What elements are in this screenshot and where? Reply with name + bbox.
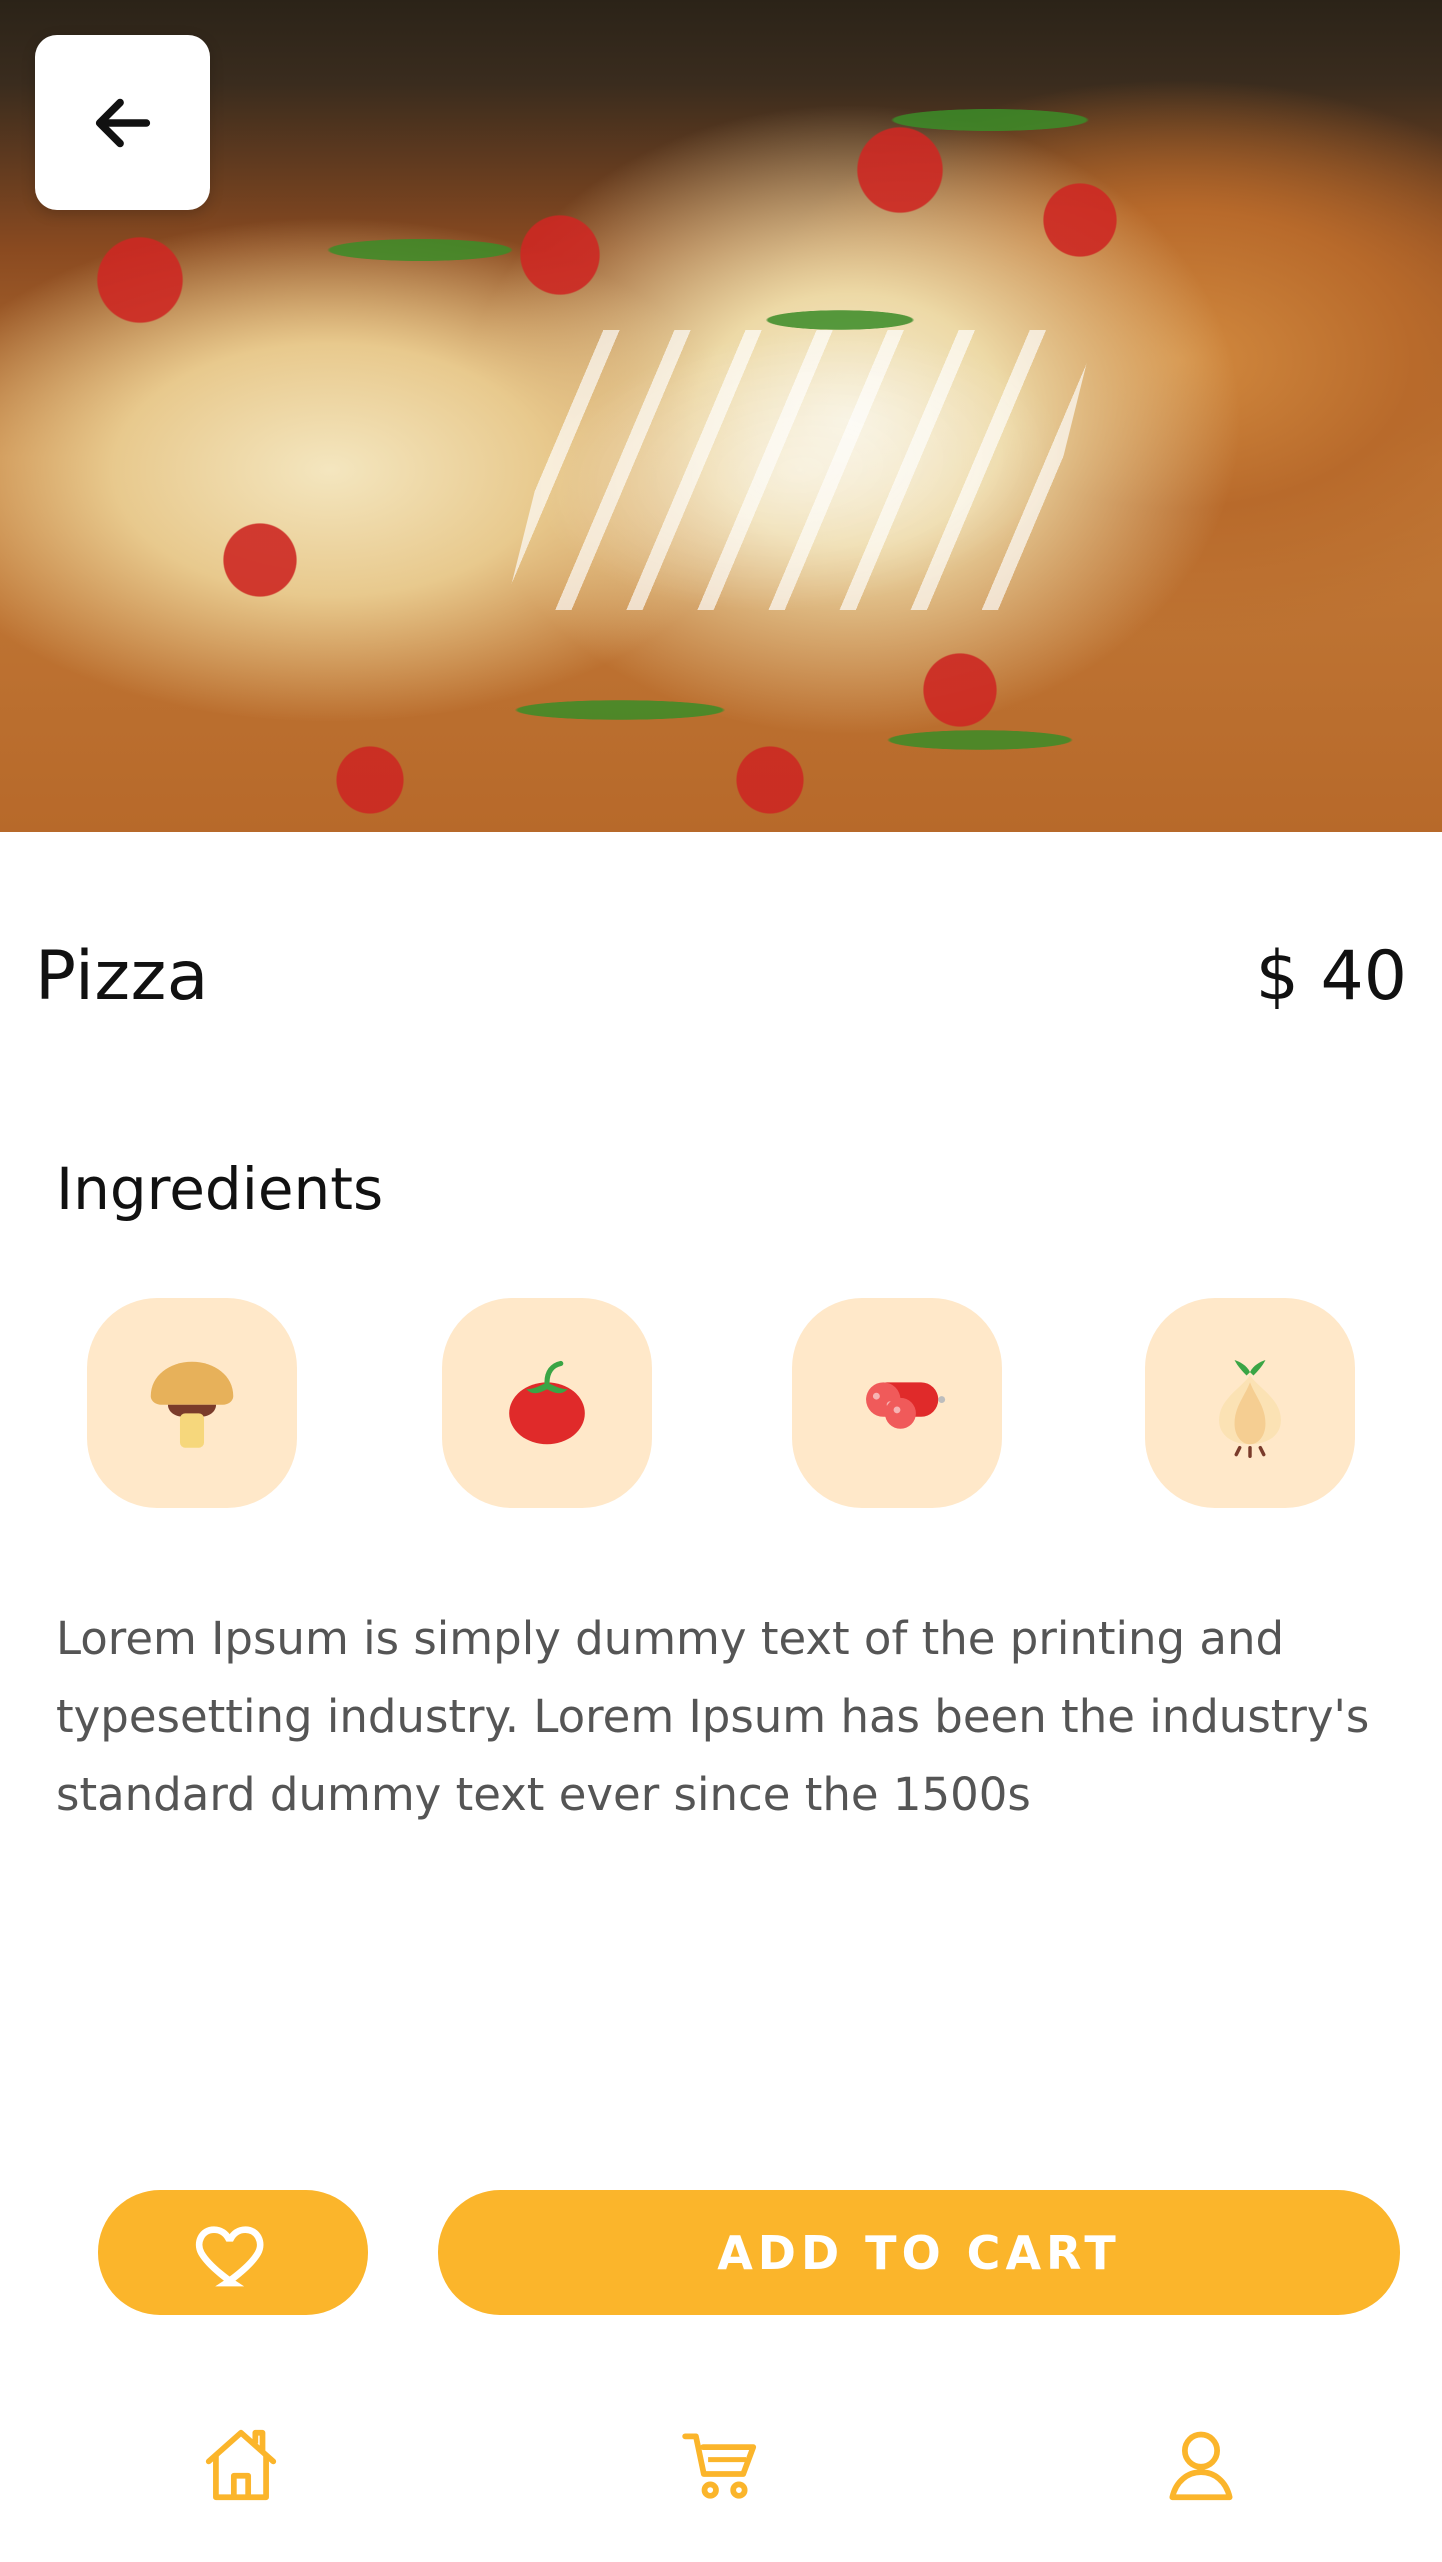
ingredient-salami[interactable] [792,1298,1002,1508]
product-description: Lorem Ipsum is simply dummy text of the … [56,1612,1370,1821]
product-name: Pizza [35,937,209,1016]
add-to-cart-button[interactable]: ADD TO CART [438,2190,1400,2315]
heart-icon [195,2225,264,2286]
ingredients-heading: Ingredients [56,1155,384,1223]
product-price: $ 40 [1255,937,1407,1016]
pizza-cheese-stretch [505,330,1095,610]
add-to-cart-label: ADD TO CART [717,2225,1121,2280]
onion-icon [1219,1360,1281,1458]
ingredient-mushroom[interactable] [87,1298,297,1508]
product-hero-image [0,0,1442,832]
mushroom-icon [150,1361,234,1448]
tomato-icon [509,1360,585,1445]
back-button[interactable] [35,35,210,210]
salami-icon [866,1382,946,1429]
arrow-left-icon [95,98,150,147]
favorite-button[interactable] [98,2190,368,2315]
profile-icon [1169,2431,1233,2501]
ingredient-tomato[interactable] [442,1298,652,1508]
cart-icon [682,2433,757,2499]
nav-cart[interactable] [676,2420,766,2510]
nav-profile[interactable] [1156,2420,1246,2510]
nav-home[interactable] [196,2420,286,2510]
home-icon [205,2429,277,2501]
ingredient-onion[interactable] [1145,1298,1355,1508]
